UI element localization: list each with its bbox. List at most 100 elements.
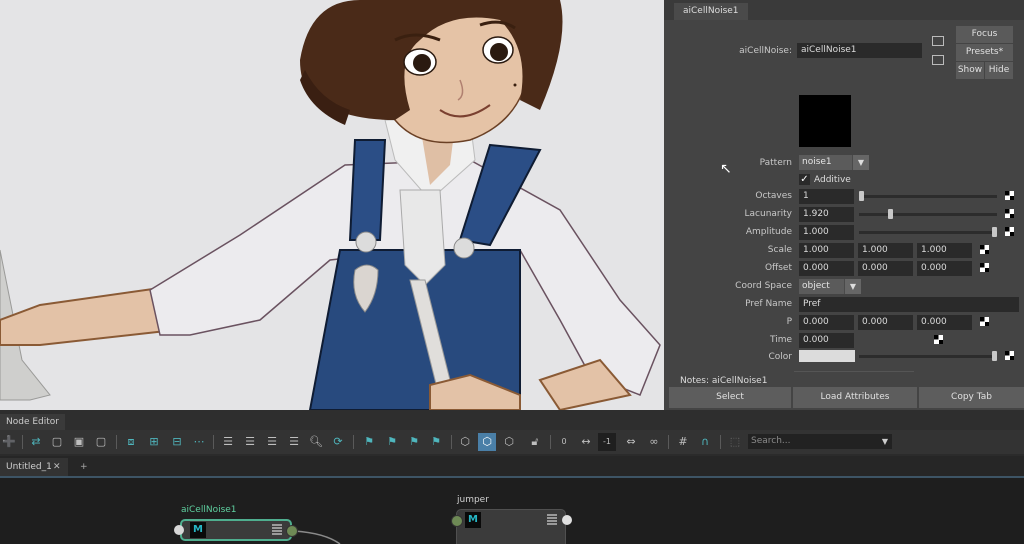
map-texture-icon[interactable] (934, 335, 943, 344)
frame-all-icon[interactable]: ⧈ (122, 433, 140, 451)
refresh-icon[interactable]: ⟳ (329, 433, 347, 451)
show-all-icon[interactable]: ⬡ (478, 433, 496, 451)
chain-icon[interactable]: ∞ (645, 433, 663, 451)
pin-next-icon[interactable]: ⚑ (427, 433, 445, 451)
viewport-3d[interactable] (0, 0, 664, 410)
node-label-aicellnoise1: aiCellNoise1 (181, 505, 237, 515)
frame-value-field[interactable]: -1 (598, 433, 616, 451)
map-texture-icon[interactable] (980, 245, 989, 254)
pin-edit-icon[interactable]: ⚑ (383, 433, 401, 451)
focus-button[interactable]: Focus (956, 26, 1013, 43)
offset-x-field[interactable]: 0.000 (799, 261, 854, 276)
hide-button[interactable]: Hide (985, 62, 1013, 79)
node-name-field[interactable]: aiCellNoise1 (797, 43, 922, 58)
map-texture-icon[interactable] (1005, 351, 1014, 360)
pref-name-field[interactable]: Pref (799, 297, 1019, 312)
amplitude-slider[interactable] (859, 227, 997, 237)
scale-x-field[interactable]: 1.000 (799, 243, 854, 258)
offset-y-field[interactable]: 0.000 (858, 261, 913, 276)
map-texture-icon[interactable] (1005, 227, 1014, 236)
snap-magnet-icon[interactable]: ∩ (696, 433, 714, 451)
copy-tab-button[interactable]: Copy Tab (919, 387, 1024, 408)
hide-network-icon[interactable]: ⬡ (500, 433, 518, 451)
show-button[interactable]: Show (956, 62, 984, 79)
simple-mode-icon[interactable]: ☰ (219, 433, 237, 451)
presets-button[interactable]: Presets* (956, 44, 1013, 61)
lacunarity-field[interactable]: 1.920 (799, 207, 854, 222)
input-port[interactable] (451, 515, 463, 527)
p-y-field[interactable]: 0.000 (858, 315, 913, 330)
add-selected-icon[interactable]: ⊞ (145, 433, 163, 451)
shrink-grid-icon[interactable]: ↔ (577, 433, 595, 451)
texture-swatch[interactable] (799, 95, 851, 147)
chevron-down-icon[interactable]: ▼ (882, 434, 888, 449)
coord-space-value: object (802, 281, 830, 291)
node-editor-toolbar: ➕ ⇄ ▢ ▣ ▢ ⧈ ⊞ ⊟ ⋯ ☰ ☰ ☰ ☰ 🔍︎ ⟳ ⚑ ⚑ ⚑ ⚑ ⬡… (0, 430, 1024, 454)
shading-network-icon[interactable]: ⬡ (456, 433, 474, 451)
map-texture-icon[interactable] (1005, 209, 1014, 218)
slider-thumb[interactable] (992, 351, 997, 361)
output-connections-icon[interactable] (932, 55, 944, 65)
tab-aicellnoise1[interactable]: aiCellNoise1 (674, 3, 748, 20)
offset-z-field[interactable]: 0.000 (917, 261, 972, 276)
close-icon[interactable]: ✕ (53, 458, 61, 476)
scale-z-field[interactable]: 1.000 (917, 243, 972, 258)
map-texture-icon[interactable] (1005, 191, 1014, 200)
coord-space-dropdown[interactable]: object ▼ (799, 279, 861, 294)
divider (213, 435, 214, 449)
scale-y-field[interactable]: 1.000 (858, 243, 913, 258)
map-texture-icon[interactable] (980, 263, 989, 272)
add-node-icon[interactable]: ➕ (0, 433, 18, 451)
load-attributes-button[interactable]: Load Attributes (793, 387, 917, 408)
swap-icon[interactable]: ⇄ (27, 433, 45, 451)
grid-reset-label: 0 (561, 437, 567, 446)
frame-selection-icon[interactable]: ⬚ (726, 433, 744, 451)
node-menu-icon[interactable] (547, 514, 557, 525)
pin-add-icon[interactable]: ⚑ (360, 433, 378, 451)
input-port[interactable] (174, 525, 184, 535)
select-button[interactable]: Select (669, 387, 791, 408)
search-icon[interactable]: 🔍︎ (307, 433, 325, 451)
octaves-slider[interactable] (859, 191, 997, 201)
input-connections-icon[interactable]: ▢ (48, 433, 66, 451)
node-editor-title: Node Editor (0, 414, 65, 430)
tab-untitled-1[interactable]: Untitled_1 ✕ (0, 458, 68, 476)
color-slider[interactable] (859, 351, 997, 361)
additive-checkbox[interactable]: ✓ (799, 174, 810, 185)
pattern-dropdown[interactable]: noise1 ▼ (799, 155, 869, 170)
output-connections-icon[interactable]: ▢ (92, 433, 110, 451)
pin-prev-icon[interactable]: ⚑ (405, 433, 423, 451)
expand-grid-icon[interactable]: ⇔ (622, 433, 640, 451)
amplitude-label: Amplitude (745, 227, 792, 237)
connected-mode-icon[interactable]: ☰ (241, 433, 259, 451)
node-menu-icon[interactable] (272, 524, 282, 535)
node-graph-canvas[interactable]: aiCellNoise1 M jumper M (0, 478, 1024, 544)
p-x-field[interactable]: 0.000 (799, 315, 854, 330)
graph-layout-icon[interactable]: ⋯ (190, 433, 208, 451)
node-search-input[interactable]: Search... ▼ (748, 434, 892, 449)
time-field[interactable]: 0.000 (799, 333, 854, 348)
amplitude-field[interactable]: 1.000 (799, 225, 854, 240)
full-mode-icon[interactable]: ☰ (263, 433, 281, 451)
lacunarity-slider[interactable] (859, 209, 997, 219)
slider-thumb[interactable] (859, 191, 864, 201)
output-port[interactable] (562, 515, 572, 525)
octaves-field[interactable]: 1 (799, 189, 854, 204)
add-tab-button[interactable]: + (80, 458, 88, 476)
p-z-field[interactable]: 0.000 (917, 315, 972, 330)
color-swatch[interactable] (799, 350, 855, 362)
input-connections-icon[interactable] (932, 36, 944, 46)
input-output-connections-icon[interactable]: ▣ (70, 433, 88, 451)
grid-toggle-icon[interactable]: # (674, 433, 692, 451)
lock-icon[interactable]: 🔓︎ (526, 433, 544, 451)
remove-selected-icon[interactable]: ⊟ (168, 433, 186, 451)
node-jumper[interactable]: M (456, 509, 566, 544)
custom-mode-icon[interactable]: ☰ (285, 433, 303, 451)
map-texture-icon[interactable] (980, 317, 989, 326)
slider-thumb[interactable] (992, 227, 997, 237)
node-aicellnoise1[interactable]: M (180, 519, 292, 541)
grid-reset-icon[interactable]: 0 (555, 433, 573, 451)
search-placeholder: Search... (751, 436, 791, 446)
output-port[interactable] (286, 525, 298, 537)
slider-thumb[interactable] (888, 209, 894, 219)
